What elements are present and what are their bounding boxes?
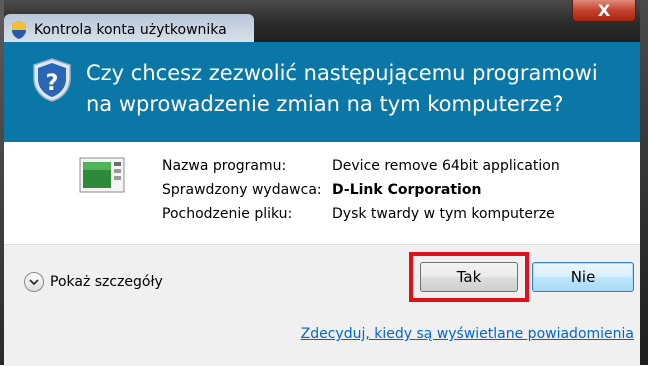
notification-settings-link[interactable]: Zdecyduj, kiedy są wyświetlane powiadomi…	[301, 326, 634, 342]
uac-question-shield-icon: ?	[33, 58, 71, 102]
close-button[interactable]: X	[572, 0, 636, 22]
program-name-value: Device remove 64bit application	[332, 158, 560, 174]
file-origin-label: Pochodzenie pliku:	[162, 206, 293, 222]
show-details-label[interactable]: Pokaż szczegóły	[50, 274, 163, 290]
uac-shield-icon	[12, 21, 26, 39]
uac-question: Czy chcesz zezwolić następującemu progra…	[86, 61, 598, 116]
no-button[interactable]: Nie	[532, 262, 634, 292]
svg-text:?: ?	[46, 71, 59, 96]
chevron-down-icon	[29, 279, 39, 286]
program-window-icon	[79, 157, 125, 193]
window-frame-right	[640, 0, 648, 365]
show-details-button[interactable]	[24, 272, 44, 292]
file-origin-value: Dysk twardy w tym komputerze	[332, 206, 555, 222]
publisher-value: D-Link Corporation	[332, 182, 482, 198]
close-icon: X	[597, 1, 611, 20]
program-name-label: Nazwa programu:	[162, 158, 287, 174]
publisher-label: Sprawdzony wydawca:	[162, 182, 322, 198]
highlight-box	[409, 252, 529, 302]
window-title: Kontrola konta użytkownika	[34, 22, 227, 38]
